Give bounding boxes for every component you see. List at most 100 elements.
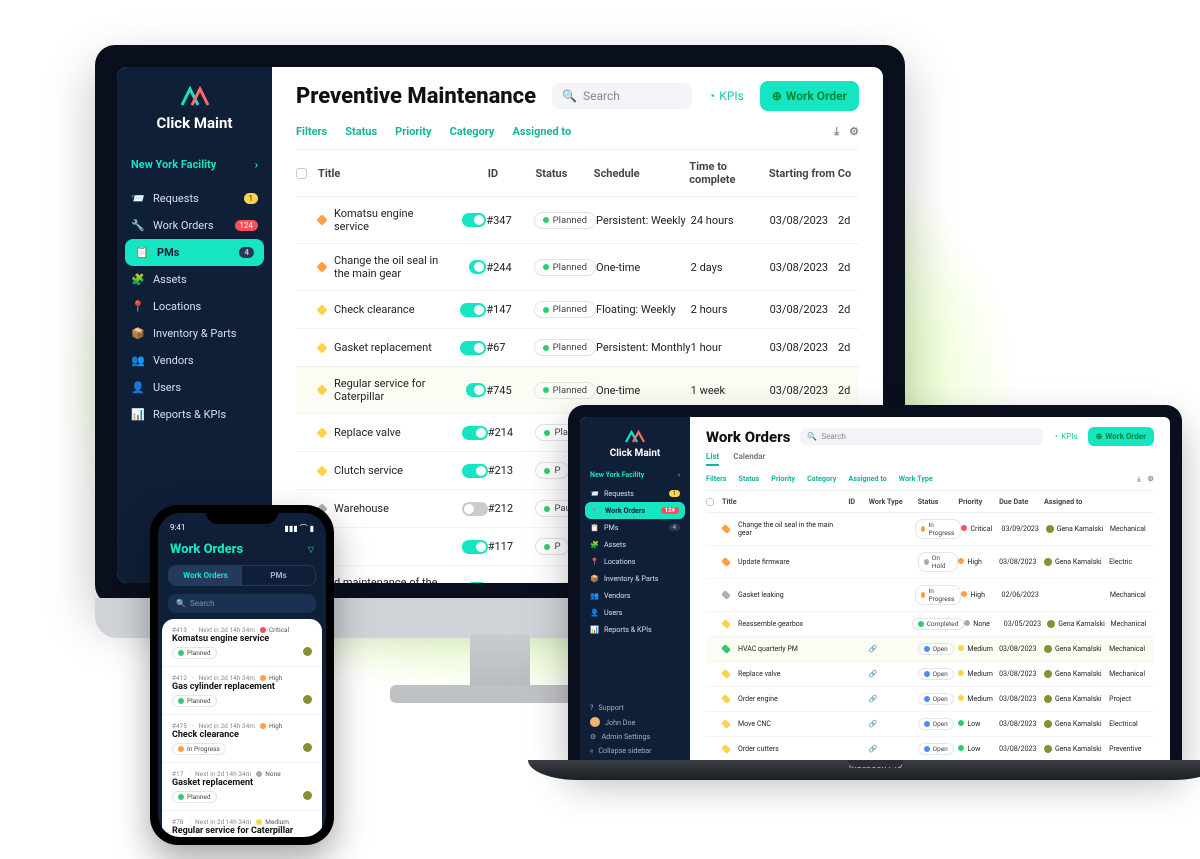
admin-settings-link[interactable]: ⚙Admin Settings [590,732,680,741]
current-user[interactable]: John Doe [590,717,680,727]
sidebar-item-inventory-parts[interactable]: 📦Inventory & Parts [117,320,272,347]
col-schedule[interactable]: Schedule [594,167,689,180]
filter-priority[interactable]: Priority [771,474,795,484]
new-work-order-button[interactable]: ⊕ Work Order [760,81,859,111]
sidebar-item-assets[interactable]: 🧩Assets [117,266,272,293]
tab-pms[interactable]: PMs [242,566,315,585]
select-all-checkbox[interactable] [706,498,714,506]
worktype-link[interactable]: 🔗 [869,670,878,678]
kpis-button[interactable]: ◔KPIs [1053,432,1077,441]
active-toggle[interactable]: ▷ [462,426,488,440]
sidebar-item-vendors[interactable]: 👥Vendors [580,587,690,604]
work-order-list[interactable]: #413 · Next in 2d 14h 34mCriticalKomatsu… [162,619,322,837]
table-row[interactable]: Order cutters🔗OpenLow03/08/2023Gena Kama… [706,737,1154,762]
active-toggle[interactable]: ▷ [466,582,488,583]
filter-filters[interactable]: Filters [706,474,726,484]
active-toggle[interactable]: ▷ [462,464,488,478]
search-input[interactable]: 🔍 Search [552,83,692,109]
worktype-link[interactable]: 🔗 [869,645,878,653]
col-start[interactable]: Starting from [769,167,838,180]
sidebar-item-assets[interactable]: 🧩Assets [580,536,690,553]
col-title[interactable]: Title [722,497,848,506]
filter-assigned-to[interactable]: Assigned to [512,125,571,139]
table-row[interactable]: Komatsu engine service▷#347PlannedPersis… [296,197,859,244]
table-row[interactable]: Order engine🔗OpenMedium03/08/2023Gena Ka… [706,687,1154,712]
select-all-checkbox[interactable] [296,168,307,179]
sidebar-item-requests[interactable]: 📨Requests1 [580,485,690,502]
list-item[interactable]: #78 · Next in 2d 14h 34mMediumRegular se… [162,811,322,837]
sidebar-item-locations[interactable]: 📍Locations [580,553,690,570]
filter-work-type[interactable]: Work Type [899,474,933,484]
sidebar-item-reports-kpis[interactable]: 📊Reports & KPIs [117,401,272,428]
filter-filters[interactable]: Filters [296,125,327,139]
col-co[interactable]: Co [838,167,859,180]
table-row[interactable]: HVAC quarterly PM🔗OpenMedium03/08/2023Ge… [706,637,1154,662]
sidebar-item-users[interactable]: 👤Users [580,604,690,621]
table-row[interactable]: Replace valve🔗OpenMedium03/08/2023Gena K… [706,662,1154,687]
col-status[interactable]: Status [918,497,959,506]
col-worktype[interactable]: Work Type [869,497,918,506]
active-toggle[interactable]: ▷ [460,341,486,355]
col-priority[interactable]: Priority [958,497,999,506]
search-input[interactable]: 🔍 Search [168,594,316,613]
list-item[interactable]: #475 · Next in 2d 14h 34mHighCheck clear… [162,715,322,763]
sidebar-item-pms[interactable]: 📋PMs4 [125,239,264,266]
filter-assigned-to[interactable]: Assigned to [848,474,886,484]
col-ttc[interactable]: Time to complete [689,160,769,186]
tab-list[interactable]: List [706,452,719,466]
list-item[interactable]: #412 · Next in 2d 14h 34mHighGas cylinde… [162,667,322,715]
support-link[interactable]: ?Support [590,703,680,712]
sidebar-item-locations[interactable]: 📍Locations [117,293,272,320]
tab-calendar[interactable]: Calendar [733,452,765,466]
gear-icon[interactable]: ⚙ [1148,474,1154,484]
active-toggle[interactable]: ▷ [462,213,487,227]
sidebar-item-inventory-parts[interactable]: 📦Inventory & Parts [580,570,690,587]
sidebar-item-reports-kpis[interactable]: 📊Reports & KPIs [580,621,690,638]
filter-status[interactable]: Status [345,125,377,139]
table-row[interactable]: Move CNC🔗OpenLow03/08/2023Gena KamalskiE… [706,712,1154,737]
sidebar-item-users[interactable]: 👤Users [117,374,272,401]
table-row[interactable]: Update firmwareOn HoldHigh03/08/2023Gena… [706,546,1154,579]
filter-category[interactable]: Category [807,474,836,484]
col-status[interactable]: Status [535,167,593,180]
new-work-order-button[interactable]: ⊕Work Order [1088,427,1154,446]
tab-work-orders[interactable]: Work Orders [169,566,242,585]
filter-icon[interactable]: ▽ [308,545,314,554]
worktype-link[interactable]: 🔗 [869,745,878,753]
list-item[interactable]: #413 · Next in 2d 14h 34mCriticalKomatsu… [162,619,322,667]
worktype-link[interactable]: 🔗 [869,720,878,728]
search-input[interactable]: 🔍 Search [800,428,1043,445]
collapse-sidebar-button[interactable]: «Collapse sidebar [590,746,680,755]
active-toggle[interactable]: ▷ [469,260,487,274]
active-toggle[interactable]: ▷ [462,540,488,554]
filter-status[interactable]: Status [738,474,759,484]
sidebar-item-pms[interactable]: 📋PMs4 [580,519,690,536]
col-title[interactable]: Title [318,167,488,180]
table-row[interactable]: Gasket leakingIn ProgressHigh02/06/2023M… [706,579,1154,612]
export-icon[interactable]: ⤓ [1137,474,1140,484]
facility-selector[interactable]: New York Facility › [117,150,272,179]
sidebar-item-work-orders[interactable]: 🔧Work Orders124 [117,212,272,239]
facility-selector[interactable]: New York Facility › [580,467,690,483]
col-id[interactable]: ID [488,167,536,180]
active-toggle[interactable]: ▷ [460,303,486,317]
export-icon[interactable]: ⤓ [834,125,839,139]
col-duedate[interactable]: Due Date [999,497,1044,506]
col-assigned[interactable]: Assigned to [1044,497,1109,506]
table-row[interactable]: Check clearance▷#147PlannedFloating: Wee… [296,291,859,329]
sidebar-item-work-orders[interactable]: 🔧Work Orders124 [585,502,685,519]
sidebar-item-vendors[interactable]: 👥Vendors [117,347,272,374]
kpis-button[interactable]: ◔ KPIs [708,89,744,103]
filter-category[interactable]: Category [450,125,495,139]
filter-priority[interactable]: Priority [395,125,431,139]
gear-icon[interactable]: ⚙ [849,125,859,139]
table-row[interactable]: Gasket replacement▷#67PlannedPersistent:… [296,329,859,367]
table-row[interactable]: Change the oil seal in the main gear▷#24… [296,244,859,291]
list-item[interactable]: #17 · Next in 2d 14h 34mNoneGasket repla… [162,763,322,811]
active-toggle[interactable]: ▷ [462,502,488,516]
worktype-link[interactable]: 🔗 [869,695,878,703]
active-toggle[interactable]: ▷ [466,383,487,397]
table-row[interactable]: Reassemble gearboxCompletedNone03/05/202… [706,612,1154,637]
col-id[interactable]: ID [848,497,868,506]
table-row[interactable]: Change the oil seal in the main gearIn P… [706,513,1154,546]
